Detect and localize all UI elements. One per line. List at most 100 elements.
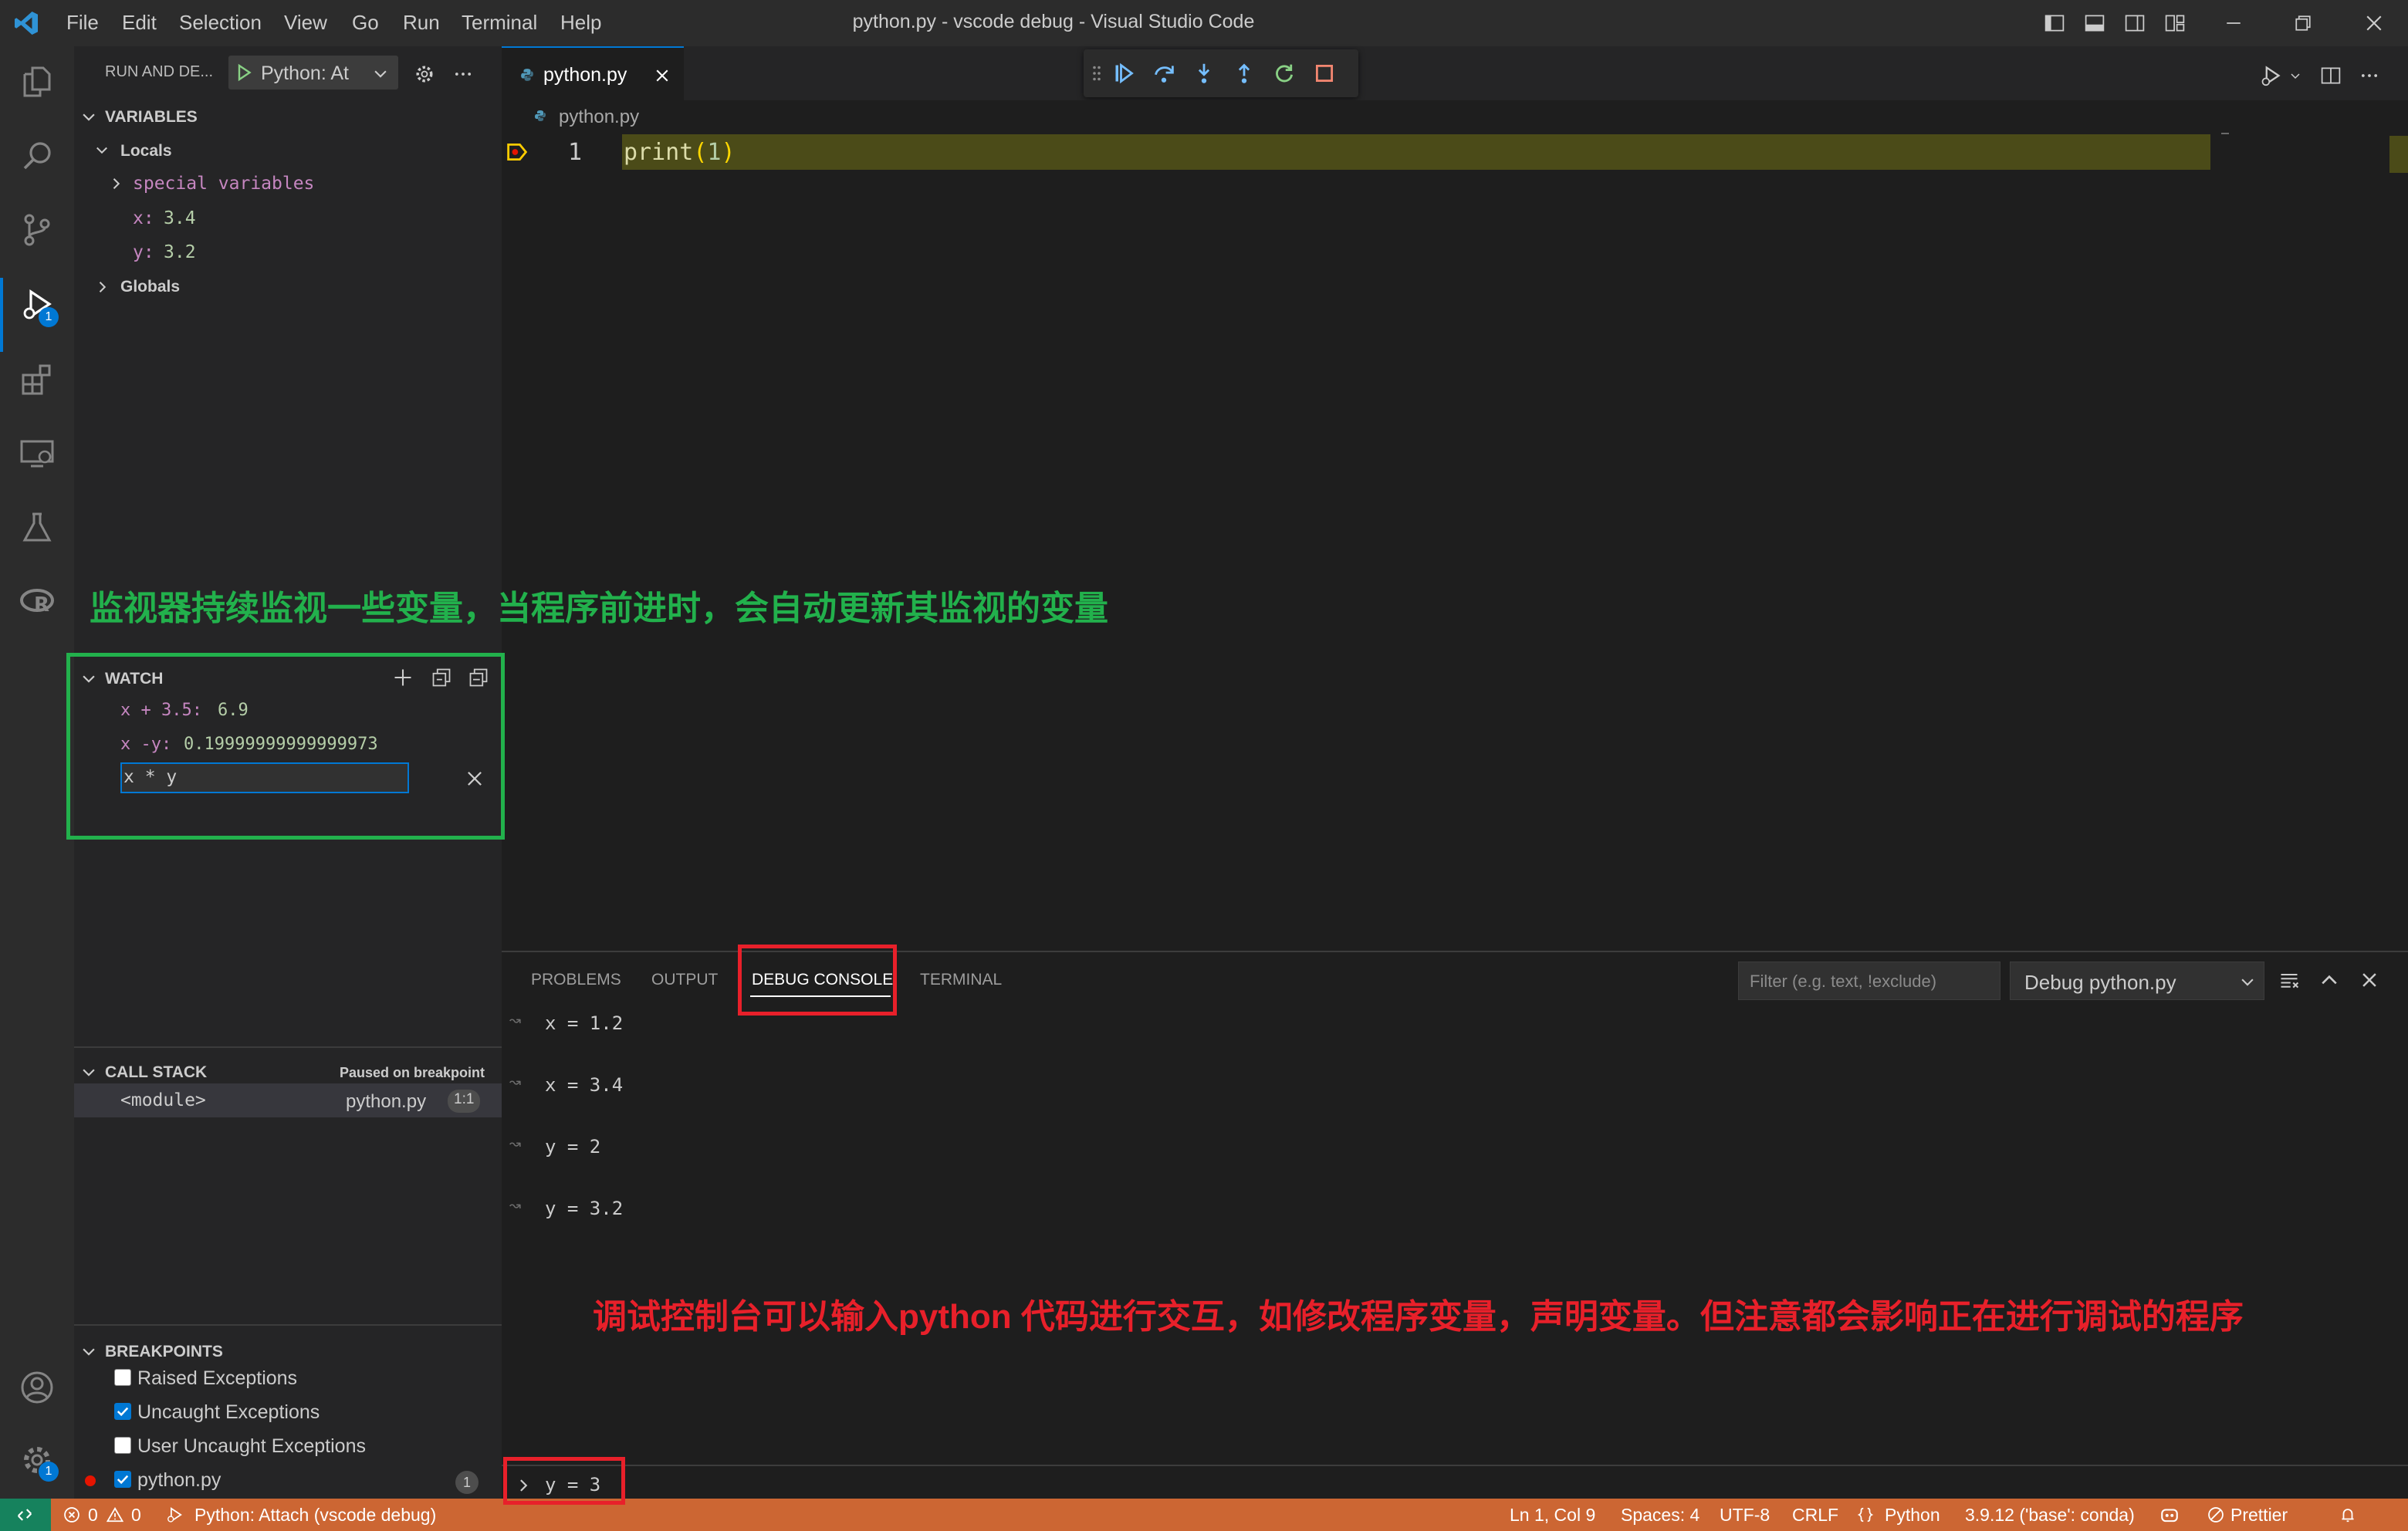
chevron-down-icon[interactable] [94,142,110,157]
activity-bar: 1 R 1 [0,46,74,1499]
settings-badge: 1 [39,1462,59,1482]
step-into-icon[interactable] [1193,63,1215,84]
notifications-bell-icon[interactable] [2339,1506,2357,1523]
cursor-position[interactable]: Ln 1, Col 9 [1510,1505,1595,1526]
raised-exceptions-checkbox[interactable] [114,1369,131,1386]
user-uncaught-exceptions-checkbox[interactable] [114,1437,131,1454]
accounts-icon[interactable] [19,1369,56,1406]
testing-icon[interactable] [19,509,56,546]
run-debug-file-icon[interactable] [2260,65,2281,86]
sidebar-title: RUN AND DE... [105,63,214,80]
output-arrow-icon: ↝ [509,1198,522,1213]
debug-config-dropdown[interactable]: Python: At [228,56,398,90]
extensions-icon[interactable] [19,361,56,398]
copilot-icon[interactable] [2159,1505,2180,1525]
chevron-right-icon[interactable] [94,279,110,295]
console-annotation-text: 调试控制台可以输入python 代码进行交互，如修改程序变量，声明变量。但注意都… [593,1298,2244,1336]
continue-icon[interactable] [1113,63,1135,84]
console-line: y = 3.2 [545,1198,624,1219]
toggle-secondary-sidebar-icon[interactable] [2124,12,2146,34]
restart-icon[interactable] [1273,63,1295,84]
chevron-down-icon [2241,978,2254,986]
step-out-icon[interactable] [1233,63,1255,84]
language-braces-icon [1857,1507,1874,1523]
tab-output[interactable]: OUTPUT [651,971,718,989]
minimize-icon[interactable] [2223,12,2244,34]
callstack-section-title[interactable]: CALL STACK [105,1063,207,1082]
search-icon[interactable] [19,137,56,174]
maximize-panel-icon[interactable] [2318,969,2340,991]
end-of-line[interactable]: CRLF [1792,1505,1838,1526]
locals-scope[interactable]: Locals [120,142,172,161]
tab-problems[interactable]: PROBLEMS [531,971,621,989]
code-line[interactable]: print(1) [624,139,736,166]
warning-count[interactable]: 0 [131,1505,141,1526]
close-window-icon[interactable] [2363,12,2385,34]
debug-session-icon[interactable] [165,1506,184,1523]
error-icon[interactable] [63,1506,80,1523]
open-launch-json-gear-icon[interactable] [414,63,435,85]
output-arrow-icon: ↝ [509,1012,522,1028]
variable-x-name[interactable]: x: [133,208,154,228]
restore-icon[interactable] [2292,12,2314,34]
variables-section-title[interactable]: VARIABLES [105,108,198,127]
tab-terminal[interactable]: TERMINAL [920,971,1002,989]
editor-area: python.py 1 print(1) 监视器持续监视一些变量，当程序前进时，… [90,100,2408,951]
variable-y-name[interactable]: y: [133,242,154,262]
chevron-down-icon[interactable] [80,1063,97,1080]
debug-session-select[interactable]: Debug python.py [2010,962,2264,1000]
more-actions-icon[interactable] [452,63,474,85]
breakpoints-section-title[interactable]: BREAKPOINTS [105,1343,223,1361]
start-debugging-icon[interactable] [235,63,253,82]
language-mode[interactable]: Python [1885,1505,1940,1526]
variable-x-value[interactable]: 3.4 [164,208,196,228]
split-editor-icon[interactable] [2320,65,2342,86]
stop-icon[interactable] [1314,63,1335,84]
breakpoint-label[interactable]: Raised Exceptions [137,1367,297,1390]
customize-layout-icon[interactable] [2164,12,2186,34]
breakpoint-label[interactable]: Uncaught Exceptions [137,1401,320,1424]
globals-scope[interactable]: Globals [120,278,180,296]
warning-icon[interactable] [107,1506,123,1523]
minimap-line [2221,133,2229,134]
python-py-breakpoint-checkbox[interactable] [114,1471,131,1488]
chevron-down-icon[interactable] [80,1343,97,1360]
console-filter-input[interactable]: Filter (e.g. text, !exclude) [1738,962,2000,1000]
frame-position-badge: 1:1 [448,1090,481,1113]
breakpoint-label[interactable]: python.py [137,1469,221,1492]
uncaught-exceptions-checkbox[interactable] [114,1403,131,1420]
close-panel-icon[interactable] [2359,969,2380,991]
check-icon [117,1407,129,1417]
section-divider [74,1046,502,1048]
error-count[interactable]: 0 [88,1505,98,1526]
indentation[interactable]: Spaces: 4 [1621,1505,1699,1526]
toggle-primary-sidebar-icon[interactable] [2044,12,2065,34]
close-tab-icon[interactable] [653,66,671,85]
variable-y-value[interactable]: 3.2 [164,242,196,262]
special-variables[interactable]: special variables [133,174,314,194]
call-stack-frame[interactable]: <module> python.py 1:1 [74,1083,502,1117]
chevron-right-icon[interactable] [108,176,123,191]
console-input-highlight-box [503,1457,625,1505]
prettier-status[interactable]: Prettier [2230,1505,2288,1526]
debug-session-name: Debug python.py [2024,971,2176,994]
clear-console-icon[interactable] [2278,969,2300,991]
r-extension-icon[interactable]: R [19,583,56,620]
svg-text:R: R [34,593,49,617]
breadcrumb[interactable]: python.py [559,106,639,128]
chevron-down-icon[interactable] [80,108,97,125]
remote-explorer-icon[interactable] [19,435,56,472]
encoding[interactable]: UTF-8 [1720,1505,1770,1526]
step-over-icon[interactable] [1153,63,1175,84]
source-control-icon[interactable] [19,211,56,248]
breakpoint-label[interactable]: User Uncaught Exceptions [137,1435,366,1458]
toggle-panel-icon[interactable] [2084,12,2105,34]
drag-handle-icon[interactable] [1091,64,1102,83]
explorer-icon[interactable] [19,63,56,100]
debug-session-status[interactable]: Python: Attach (vscode debug) [194,1505,436,1526]
tab-python-py[interactable]: python.py [502,46,684,100]
python-interpreter[interactable]: 3.9.12 ('base': conda) [1965,1505,2135,1526]
more-actions-icon[interactable] [2359,65,2380,86]
remote-indicator[interactable] [0,1499,51,1531]
chevron-down-icon[interactable] [2289,69,2301,82]
